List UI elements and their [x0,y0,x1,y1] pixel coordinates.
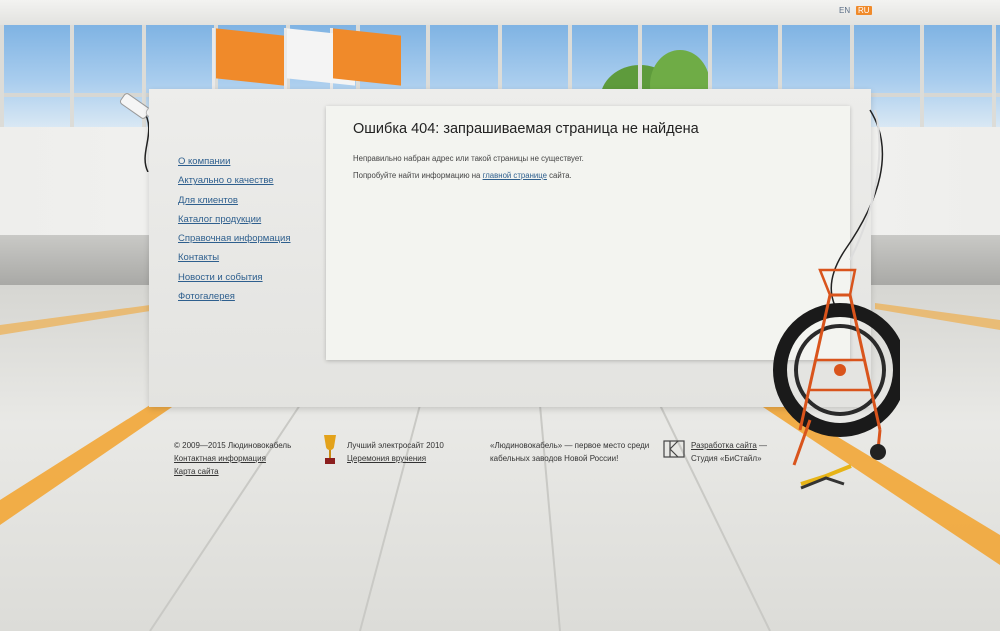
footer-slogan-block: «Людиновокабель» — первое место среди ка… [490,439,649,465]
studio-logo-icon [663,440,685,458]
nav-item-quality[interactable]: Актуально о качестве [178,176,291,195]
dev-dash: — [756,441,768,450]
sitemap-link[interactable]: Карта сайта [174,467,219,476]
error-suggestion: Попробуйте найти информацию на главной с… [353,171,572,180]
footer-studio-block: Разработка сайта — Студия «БиСтайл» [691,439,767,465]
error-description: Неправильно набран адрес или такой стран… [353,154,584,163]
footer-award-block: Лучший электросайт 2010 Церемония вручен… [347,439,444,465]
window-mullion [0,25,4,127]
lang-ru-active: RU [856,6,872,15]
window-mullion [70,25,74,127]
slogan-line-2: кабельных заводов Новой России! [490,454,619,463]
nav-item-contacts[interactable]: Контакты [178,253,291,272]
lang-en-link[interactable]: EN [839,6,850,15]
nav-item-clients[interactable]: Для клиентов [178,195,291,215]
suggestion-prefix: Попробуйте найти информацию на [353,171,483,180]
ceremony-link[interactable]: Церемония вручения [347,454,426,463]
nav-item-catalog[interactable]: Каталог продукции [178,214,291,234]
footer-copyright-block: © 2009—2015 Людиновокабель Контактная ин… [174,439,291,478]
home-page-link[interactable]: главной странице [483,171,547,180]
contact-info-link[interactable]: Контактная информация [174,454,266,463]
dev-line: Разработка сайта — [691,439,767,452]
nav-item-about[interactable]: О компании [178,156,291,176]
flag [333,28,401,86]
award-text: Лучший электросайт 2010 [347,441,444,450]
nav-item-news[interactable]: Новости и события [178,272,291,292]
flag [216,28,284,86]
copyright-text: © 2009—2015 Людиновокабель [174,441,292,450]
nav-item-gallery[interactable]: Фотогалерея [178,292,291,311]
window-mullion [992,25,996,127]
page-title: Ошибка 404: запрашиваемая страница не на… [353,121,699,137]
cable-reel-icon [773,109,900,466]
dev-link[interactable]: Разработка сайта [691,441,757,450]
suggestion-suffix: сайта. [546,171,572,180]
window-mullion [920,25,924,127]
nav-item-reference[interactable]: Справочная информация [178,234,291,253]
sidebar-nav: О компании Актуально о качестве Для клие… [178,156,291,311]
trophy-icon [324,435,336,464]
pliers-icon [800,464,852,490]
slogan-line-1: «Людиновокабель» — первое место среди [490,441,650,450]
studio-name: Студия «БиСтайл» [691,454,762,463]
